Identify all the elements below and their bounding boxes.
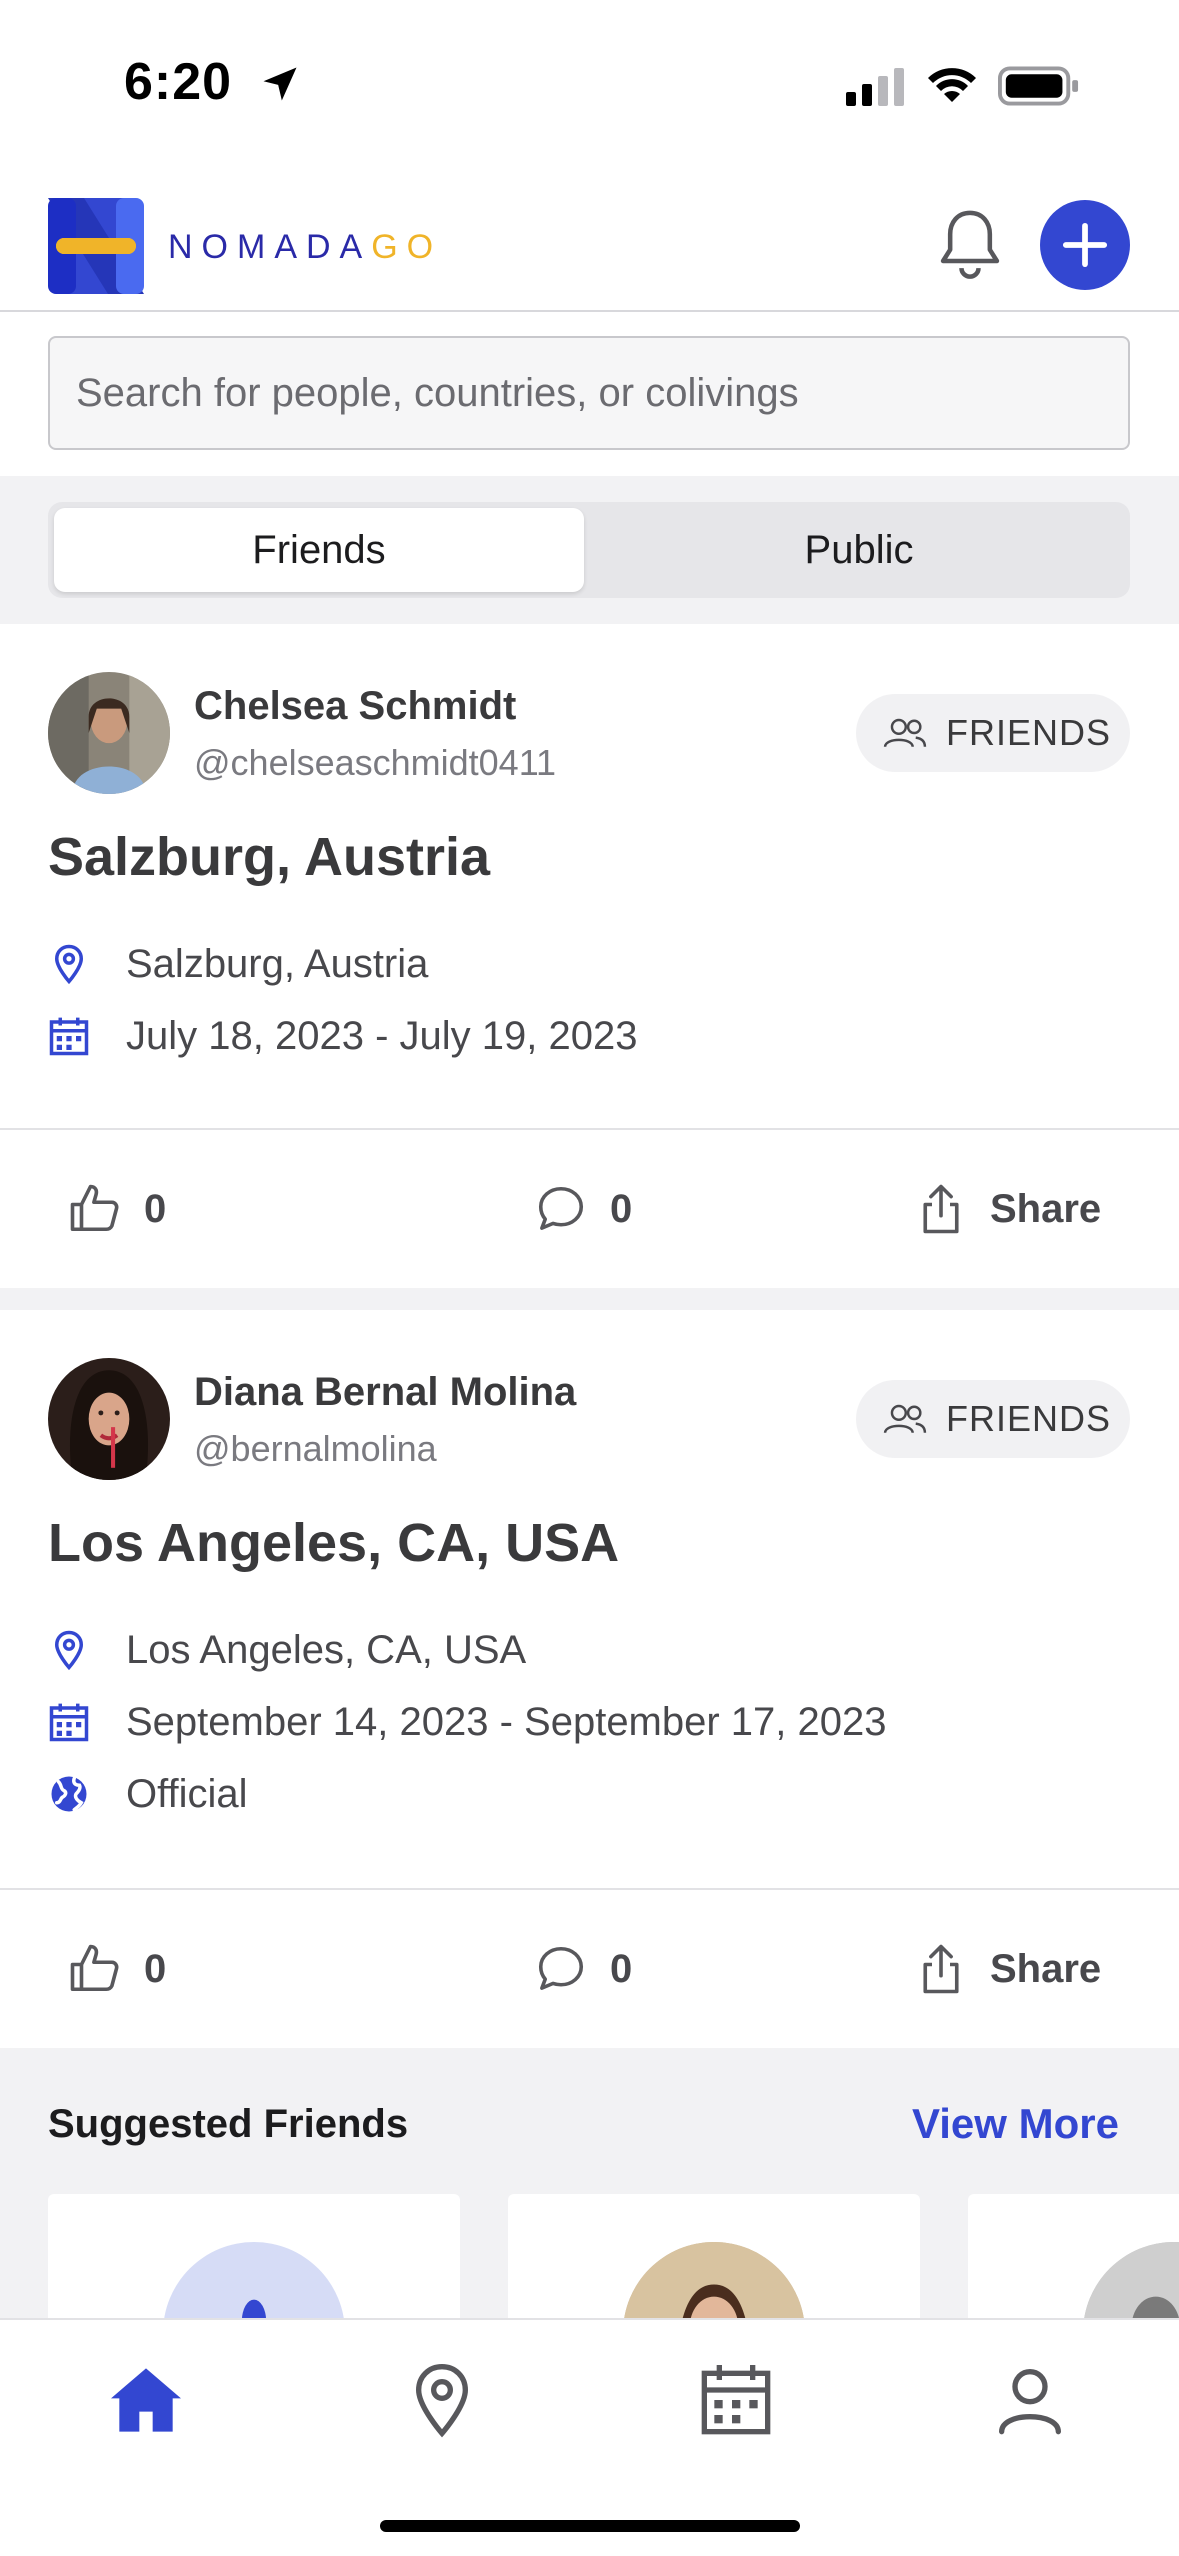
status-time: 6:20 [124,53,233,111]
friends-icon [883,1404,927,1434]
badge-label: FRIENDS [946,712,1112,753]
comment-button[interactable]: 0 [534,1934,632,2004]
author-handle: @chelseaschmidt0411 [194,742,557,783]
feed-separator [0,1288,1179,1310]
suggested-friend-card[interactable] [48,2194,460,2320]
tab-friends[interactable]: Friends [54,508,584,592]
avatar-placeholder-icon [163,2242,345,2320]
avatar[interactable] [48,1358,170,1480]
thumbs-up-icon [70,1944,119,1992]
comment-count: 0 [610,1186,633,1231]
globe-icon [51,1776,87,1812]
plus-icon [1062,222,1108,268]
home-icon[interactable] [106,2360,186,2440]
divider [0,1128,1179,1130]
avatar-photo [48,672,170,794]
avatar-photo [48,1358,170,1480]
dates-text: September 14, 2023 - September 17, 2023 [126,1699,887,1744]
home-indicator [380,2520,800,2532]
author-name[interactable]: Diana Bernal Molina [194,1370,576,1415]
post-location: Los Angeles, CA, USA [48,1620,526,1680]
thumbs-up-icon [70,1184,119,1232]
share-button[interactable]: Share [914,1934,1101,2004]
bottom-tab-bar [0,2318,1179,2556]
post-title[interactable]: Los Angeles, CA, USA [48,1512,619,1574]
search-input[interactable] [76,338,1096,448]
brand-name-main: NOMADA [168,228,372,266]
tab-public[interactable]: Public [594,508,1124,592]
create-post-button[interactable] [1040,200,1130,290]
nomadago-logo-icon[interactable] [48,198,144,294]
dates-text: July 18, 2023 - July 19, 2023 [126,1013,638,1058]
section-title: Suggested Friends [48,2102,409,2146]
calendar-icon[interactable] [696,2360,776,2440]
post-location: Salzburg, Austria [48,934,428,994]
post-dates: September 14, 2023 - September 17, 2023 [48,1692,887,1752]
notifications-bell-icon[interactable] [936,206,1004,282]
comment-icon [538,1186,584,1230]
map-pin-icon [54,1630,84,1671]
post-visibility: Official [48,1764,248,1824]
like-count: 0 [144,1186,167,1231]
divider [0,1888,1179,1890]
feed-filter-band: Friends Public [0,476,1179,624]
location-arrow-icon [263,67,297,101]
status-bar: 6:20 [0,0,1179,160]
map-pin-icon [54,944,84,985]
author-name[interactable]: Chelsea Schmidt [194,684,516,729]
share-icon [923,1184,959,1234]
post-card: Diana Bernal Molina @bernalmolina FRIEND… [0,1310,1179,2048]
friends-icon [883,718,927,748]
calendar-icon [49,1017,89,1056]
author-handle: @bernalmolina [194,1428,437,1469]
battery-icon [998,66,1079,106]
location-text: Salzburg, Austria [126,941,429,986]
visibility-badge: FRIENDS [856,1380,1130,1458]
wifi-icon [928,68,976,102]
map-pin-icon[interactable] [402,2360,482,2440]
app-header: NOMADAGO [0,190,1179,312]
suggested-friends-section: Suggested Friends View More [0,2048,1179,2320]
avatar [623,2242,805,2320]
comment-count: 0 [610,1946,633,1991]
feed-segmented-control: Friends Public [48,502,1130,598]
badge-label: FRIENDS [946,1398,1112,1439]
cellular-signal-icon [846,68,904,106]
profile-icon[interactable] [990,2360,1070,2440]
location-text: Los Angeles, CA, USA [126,1627,527,1672]
like-button[interactable]: 0 [68,1174,166,1244]
suggested-friend-card[interactable] [508,2194,920,2320]
like-count: 0 [144,1946,167,1991]
brand-name-accent: GO [371,228,443,266]
share-label: Share [990,1946,1102,1991]
brand-name: NOMADAGO [168,228,442,267]
like-button[interactable]: 0 [68,1934,166,2004]
comment-icon [538,1946,584,1990]
comment-button[interactable]: 0 [534,1174,632,1244]
view-more-link[interactable]: View More [912,2100,1119,2148]
avatar[interactable] [48,672,170,794]
post-dates: July 18, 2023 - July 19, 2023 [48,1006,637,1066]
avatar [1083,2242,1179,2320]
post-card: Chelsea Schmidt @chelseaschmidt0411 FRIE… [0,624,1179,1288]
share-button[interactable]: Share [914,1174,1101,1244]
suggested-friend-card[interactable] [968,2194,1179,2320]
calendar-icon [49,1703,89,1742]
share-label: Share [990,1186,1102,1231]
visibility-badge: FRIENDS [856,694,1130,772]
post-title[interactable]: Salzburg, Austria [48,826,490,888]
search-bar[interactable] [48,336,1130,450]
share-icon [923,1944,959,1994]
visibility-text: Official [126,1771,248,1816]
